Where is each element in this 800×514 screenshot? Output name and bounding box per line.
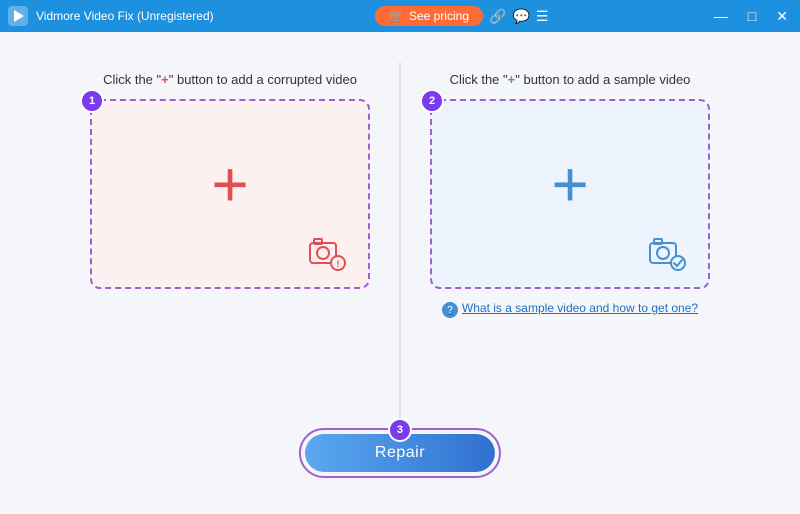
- step-badge-1: 1: [80, 89, 104, 113]
- add-corrupted-icon: +: [211, 152, 248, 216]
- sample-camera-icon: [642, 235, 686, 271]
- step-badge-2: 2: [420, 89, 444, 113]
- left-panel: Click the "+" button to add a corrupted …: [60, 72, 400, 289]
- right-instruction: Click the "+" button to add a sample vid…: [450, 72, 691, 87]
- sample-video-help-link[interactable]: ? What is a sample video and how to get …: [442, 301, 698, 318]
- see-pricing-label: See pricing: [409, 9, 469, 23]
- right-plus-char: +: [508, 72, 516, 87]
- close-button[interactable]: ✕: [772, 6, 792, 27]
- add-sample-icon: +: [551, 152, 588, 216]
- help-icon: ?: [442, 302, 458, 318]
- divider: [400, 62, 401, 434]
- title-bar-left: Vidmore Video Fix (Unregistered): [8, 6, 214, 26]
- right-panel: Click the "+" button to add a sample vid…: [400, 72, 740, 318]
- help-text: What is a sample video and how to get on…: [462, 301, 698, 315]
- maximize-button[interactable]: □: [744, 6, 760, 26]
- title-bar-right: — □ ✕: [710, 6, 792, 27]
- cart-icon: 🛒: [389, 9, 404, 23]
- corrupted-camera-icon: !: [302, 235, 346, 271]
- title-bar: Vidmore Video Fix (Unregistered) 🛒 See p…: [0, 0, 800, 32]
- link-icon[interactable]: 🔗: [489, 8, 506, 25]
- app-logo-icon: [8, 6, 28, 26]
- chat-icon[interactable]: 💬: [512, 8, 529, 25]
- left-plus-char: +: [161, 72, 169, 87]
- minimize-button[interactable]: —: [710, 6, 732, 26]
- repair-wrapper: 3 Repair: [299, 428, 501, 478]
- menu-icon[interactable]: ☰: [536, 8, 549, 25]
- svg-text:!: !: [337, 259, 340, 269]
- left-instruction: Click the "+" button to add a corrupted …: [103, 72, 357, 87]
- title-bar-center: 🛒 See pricing 🔗 💬 ☰: [375, 6, 548, 26]
- repair-area: 3 Repair: [299, 428, 501, 478]
- main-content: Click the "+" button to add a corrupted …: [0, 32, 800, 514]
- see-pricing-button[interactable]: 🛒 See pricing: [375, 6, 483, 26]
- step-badge-3: 3: [388, 418, 412, 442]
- sample-video-dropzone[interactable]: 2 +: [430, 99, 710, 289]
- corrupted-video-dropzone[interactable]: 1 + !: [90, 99, 370, 289]
- app-title: Vidmore Video Fix (Unregistered): [36, 9, 214, 23]
